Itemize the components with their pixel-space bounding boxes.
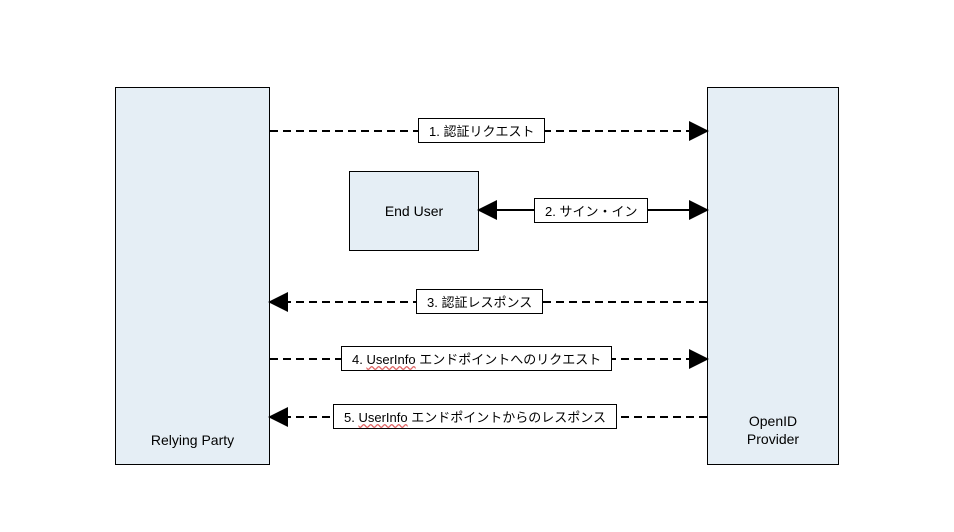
- label-m5: 5. UserInfo エンドポイントからのレスポンス: [333, 404, 617, 429]
- end-user-label: End User: [385, 203, 443, 219]
- label-m3: 3. 認証レスポンス: [416, 289, 543, 314]
- openid-provider-label: OpenID Provider: [747, 413, 799, 448]
- end-user-node: End User: [349, 171, 479, 251]
- label-m4: 4. UserInfo エンドポイントへのリクエスト: [341, 346, 612, 371]
- relying-party-label: Relying Party: [151, 432, 234, 448]
- openid-provider-node: OpenID Provider: [707, 87, 839, 465]
- label-m1: 1. 認証リクエスト: [418, 118, 545, 143]
- label-m2: 2. サイン・イン: [534, 198, 648, 223]
- relying-party-node: Relying Party: [115, 87, 270, 465]
- diagram-canvas: Relying Party OpenID Provider End User 1…: [0, 0, 954, 532]
